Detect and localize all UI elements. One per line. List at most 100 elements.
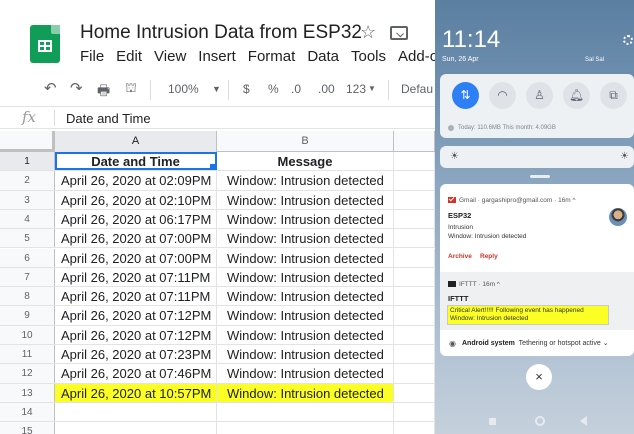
- empty-cell[interactable]: [394, 306, 435, 325]
- menu-view[interactable]: View: [154, 48, 186, 65]
- clear-all-button[interactable]: ×: [526, 364, 552, 390]
- message-cell[interactable]: Window: Intrusion detected: [217, 267, 394, 287]
- screenshot-toggle-icon[interactable]: ⧉: [600, 82, 627, 109]
- date-time-cell[interactable]: April 26, 2020 at 07:12PM: [55, 325, 217, 344]
- select-all-corner[interactable]: [0, 131, 55, 152]
- menu-tools[interactable]: Tools: [351, 48, 386, 65]
- data-toggle-icon[interactable]: ⇅: [452, 82, 479, 109]
- date-time-cell[interactable]: April 26, 2020 at 07:23PM: [55, 345, 217, 364]
- column-header-b[interactable]: B: [217, 131, 394, 152]
- font-select[interactable]: Defau: [401, 82, 433, 96]
- empty-cell[interactable]: [394, 422, 435, 434]
- back-icon[interactable]: [580, 416, 587, 426]
- row-number[interactable]: 8: [0, 287, 55, 306]
- row-number[interactable]: 4: [0, 209, 55, 229]
- message-cell[interactable]: Window: Intrusion detected: [217, 190, 394, 209]
- row-number[interactable]: 13: [0, 383, 55, 402]
- empty-cell[interactable]: [394, 345, 435, 364]
- ifttt-notification[interactable]: IFTTT · 16m ^ IFTTT Critical Alert!!!!! …: [440, 272, 634, 330]
- column-header-a[interactable]: A: [55, 131, 217, 152]
- message-cell[interactable]: Window: Intrusion detected: [217, 248, 394, 267]
- row-number[interactable]: 7: [0, 267, 55, 287]
- archive-button[interactable]: Archive: [448, 253, 472, 260]
- row-number[interactable]: 5: [0, 229, 55, 248]
- message-cell[interactable]: Window: Intrusion detected: [217, 306, 394, 325]
- star-icon[interactable]: ☆: [360, 22, 376, 43]
- percent-format-button[interactable]: %: [268, 82, 279, 96]
- flashlight-toggle-icon[interactable]: ♙: [526, 82, 553, 109]
- empty-cell[interactable]: [394, 402, 435, 422]
- date-time-cell[interactable]: April 26, 2020 at 06:17PM: [55, 209, 217, 229]
- message-cell[interactable]: Window: Intrusion detected: [217, 229, 394, 248]
- more-formats-dropdown-icon[interactable]: ▼: [368, 84, 376, 93]
- date-time-cell[interactable]: April 26, 2020 at 02:10PM: [55, 190, 217, 209]
- message-cell[interactable]: Window: Intrusion detected: [217, 325, 394, 344]
- empty-cell[interactable]: [394, 325, 435, 344]
- zoom-dropdown-icon[interactable]: ▼: [212, 84, 221, 94]
- android-system-notification[interactable]: ◉ Android system Tethering or hotspot ac…: [440, 330, 634, 356]
- notification-bell-icon[interactable]: 🔔︎: [563, 82, 590, 109]
- menu-insert[interactable]: Insert: [198, 48, 236, 65]
- empty-cell[interactable]: [394, 248, 435, 267]
- menu-file[interactable]: File: [80, 48, 104, 65]
- empty-cell[interactable]: [394, 171, 435, 190]
- row-number[interactable]: 11: [0, 345, 55, 364]
- message-cell[interactable]: Window: Intrusion detected: [217, 287, 394, 306]
- move-to-folder-icon[interactable]: [390, 26, 408, 40]
- row-number[interactable]: 12: [0, 364, 55, 383]
- empty-cell[interactable]: [394, 190, 435, 209]
- message-cell[interactable]: Window: Intrusion detected: [217, 364, 394, 383]
- row-number[interactable]: 10: [0, 325, 55, 344]
- menu-format[interactable]: Format: [248, 48, 296, 65]
- column-header-c[interactable]: [394, 131, 435, 152]
- date-time-cell[interactable]: April 26, 2020 at 07:11PM: [55, 267, 217, 287]
- row-number[interactable]: 2: [0, 171, 55, 190]
- cell-c1[interactable]: [394, 152, 435, 171]
- empty-cell[interactable]: [217, 402, 394, 422]
- sheets-logo-icon[interactable]: [30, 25, 60, 63]
- more-formats-button[interactable]: 123: [346, 82, 366, 96]
- date-time-cell[interactable]: April 26, 2020 at 10:57PM: [55, 383, 217, 402]
- empty-cell[interactable]: [394, 287, 435, 306]
- currency-format-button[interactable]: $: [243, 82, 250, 96]
- wifi-toggle-icon[interactable]: ◠: [489, 82, 516, 109]
- empty-cell[interactable]: [394, 267, 435, 287]
- menu-data[interactable]: Data: [307, 48, 339, 65]
- decrease-decimal-button[interactable]: .0: [291, 82, 301, 96]
- empty-cell[interactable]: [394, 229, 435, 248]
- print-icon[interactable]: 🖶: [97, 80, 110, 104]
- gmail-notification[interactable]: Gmail · gargashipro@gmail.com · 16m ^ ES…: [440, 184, 634, 272]
- message-cell[interactable]: Window: Intrusion detected: [217, 171, 394, 190]
- settings-gear-icon[interactable]: [623, 35, 633, 45]
- date-time-cell[interactable]: April 26, 2020 at 07:00PM: [55, 248, 217, 267]
- message-cell[interactable]: Window: Intrusion detected: [217, 209, 394, 229]
- cell-b1[interactable]: Message: [217, 152, 394, 171]
- menu-addons[interactable]: Add-o: [398, 48, 435, 65]
- row-number[interactable]: 15: [0, 422, 55, 434]
- empty-cell[interactable]: [394, 364, 435, 383]
- empty-cell[interactable]: [55, 402, 217, 422]
- empty-cell[interactable]: [55, 422, 217, 434]
- cell-a1[interactable]: Date and Time: [55, 152, 217, 171]
- row-number[interactable]: 9: [0, 306, 55, 325]
- reply-button[interactable]: Reply: [480, 253, 498, 260]
- row-number[interactable]: 3: [0, 190, 55, 209]
- date-time-cell[interactable]: April 26, 2020 at 02:09PM: [55, 171, 217, 190]
- drag-handle[interactable]: [530, 175, 550, 178]
- date-time-cell[interactable]: April 26, 2020 at 07:00PM: [55, 229, 217, 248]
- empty-cell[interactable]: [394, 209, 435, 229]
- date-time-cell[interactable]: April 26, 2020 at 07:11PM: [55, 287, 217, 306]
- date-time-cell[interactable]: April 26, 2020 at 07:46PM: [55, 364, 217, 383]
- message-cell[interactable]: Window: Intrusion detected: [217, 345, 394, 364]
- recents-icon[interactable]: [489, 418, 496, 425]
- date-time-cell[interactable]: April 26, 2020 at 07:12PM: [55, 306, 217, 325]
- brightness-slider[interactable]: ☀ ☀: [440, 146, 634, 168]
- row-number[interactable]: 14: [0, 402, 55, 422]
- document-title[interactable]: Home Intrusion Data from ESP32: [80, 22, 362, 44]
- increase-decimal-button[interactable]: .00: [318, 82, 335, 96]
- formula-input[interactable]: Date and Time: [66, 111, 151, 126]
- row-number[interactable]: 6: [0, 248, 55, 267]
- empty-cell[interactable]: [394, 383, 435, 402]
- zoom-select[interactable]: 100%: [168, 82, 199, 96]
- message-cell[interactable]: Window: Intrusion detected: [217, 383, 394, 402]
